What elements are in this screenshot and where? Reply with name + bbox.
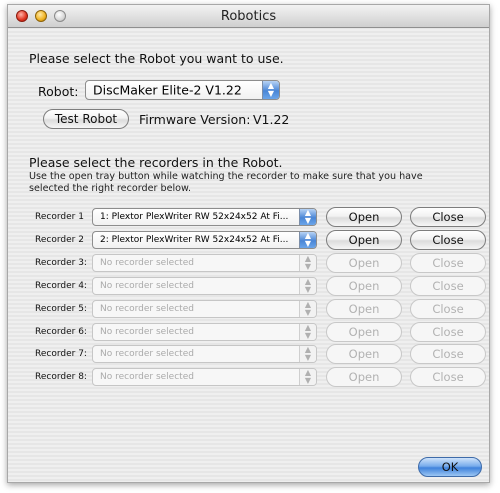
robot-select-value: DiscMaker Elite-2 V1.22 (93, 82, 242, 98)
recorder-select-value: No recorder selected (100, 327, 194, 337)
select-arrows-icon: ▲ ▼ (299, 301, 316, 317)
recorder-label: Recorder 5: (35, 304, 87, 314)
select-arrows-icon: ▲ ▼ (299, 369, 316, 385)
open-tray-button[interactable]: Open (326, 276, 402, 296)
close-tray-button[interactable]: Close (410, 367, 486, 387)
open-tray-button[interactable]: Open (326, 207, 402, 227)
recorder-label: Recorder 7: (35, 349, 87, 359)
select-arrows-icon: ▲ ▼ (299, 232, 316, 248)
open-tray-button[interactable]: Open (326, 253, 402, 273)
recorder-select[interactable]: No recorder selected ▲ ▼ (92, 323, 317, 341)
robot-section-heading: Please select the Robot you want to use. (29, 51, 284, 66)
robot-label: Robot: (38, 84, 79, 99)
recorder-select[interactable]: 1: Plextor PlexWriter RW 52x24x52 At Fi.… (92, 208, 317, 226)
robotics-window: Robotics Please select the Robot you wan… (7, 4, 490, 483)
firmware-value: V1.22 (253, 112, 290, 127)
close-tray-button[interactable]: Close (410, 253, 486, 273)
recorder-label: Recorder 6: (35, 327, 87, 337)
recorder-label: Recorder 4: (35, 281, 87, 291)
recorder-select-value: No recorder selected (100, 281, 194, 291)
recorder-select-value: 2: Plextor PlexWriter RW 52x24x52 At Fi.… (100, 235, 289, 245)
close-tray-button[interactable]: Close (410, 322, 486, 342)
close-tray-button[interactable]: Close (410, 344, 486, 364)
recorder-select[interactable]: No recorder selected ▲ ▼ (92, 368, 317, 386)
select-arrows-icon: ▲ ▼ (299, 255, 316, 271)
close-tray-button[interactable]: Close (410, 207, 486, 227)
recorder-select-value: 1: Plextor PlexWriter RW 52x24x52 At Fi.… (100, 212, 289, 222)
title-bar[interactable]: Robotics (8, 5, 489, 28)
select-arrows-icon: ▲ ▼ (262, 81, 279, 99)
recorders-hint-line2: selected the right recorder below. (29, 183, 192, 194)
firmware-label: Firmware Version: (139, 112, 251, 127)
close-tray-button[interactable]: Close (410, 230, 486, 250)
open-tray-button[interactable]: Open (326, 230, 402, 250)
recorder-select-value: No recorder selected (100, 258, 194, 268)
recorder-label: Recorder 3: (35, 258, 87, 268)
recorder-select[interactable]: 2: Plextor PlexWriter RW 52x24x52 At Fi.… (92, 231, 317, 249)
recorder-select[interactable]: No recorder selected ▲ ▼ (92, 277, 317, 295)
open-tray-button[interactable]: Open (326, 367, 402, 387)
recorder-select[interactable]: No recorder selected ▲ ▼ (92, 254, 317, 272)
recorders-section-heading: Please select the recorders in the Robot… (29, 155, 283, 170)
select-arrows-icon: ▲ ▼ (299, 209, 316, 225)
recorder-label: Recorder 1 (35, 212, 84, 222)
recorders-hint-line1: Use the open tray button while watching … (29, 171, 423, 182)
select-arrows-icon: ▲ ▼ (299, 278, 316, 294)
recorder-select-value: No recorder selected (100, 349, 194, 359)
open-tray-button[interactable]: Open (326, 344, 402, 364)
recorder-label: Recorder 2 (35, 235, 84, 245)
recorder-label: Recorder 8: (35, 372, 87, 382)
open-tray-button[interactable]: Open (326, 322, 402, 342)
ok-button[interactable]: OK (418, 457, 482, 477)
window-title: Robotics (220, 9, 277, 24)
recorder-select[interactable]: No recorder selected ▲ ▼ (92, 300, 317, 318)
recorder-select-value: No recorder selected (100, 372, 194, 382)
close-tray-button[interactable]: Close (410, 276, 486, 296)
select-arrows-icon: ▲ ▼ (299, 346, 316, 362)
recorder-select-value: No recorder selected (100, 304, 194, 314)
test-robot-button[interactable]: Test Robot (43, 109, 129, 129)
close-tray-button[interactable]: Close (410, 299, 486, 319)
recorder-select[interactable]: No recorder selected ▲ ▼ (92, 345, 317, 363)
select-arrows-icon: ▲ ▼ (299, 324, 316, 340)
robot-select[interactable]: DiscMaker Elite-2 V1.22 ▲ ▼ (85, 80, 280, 100)
open-tray-button[interactable]: Open (326, 299, 402, 319)
